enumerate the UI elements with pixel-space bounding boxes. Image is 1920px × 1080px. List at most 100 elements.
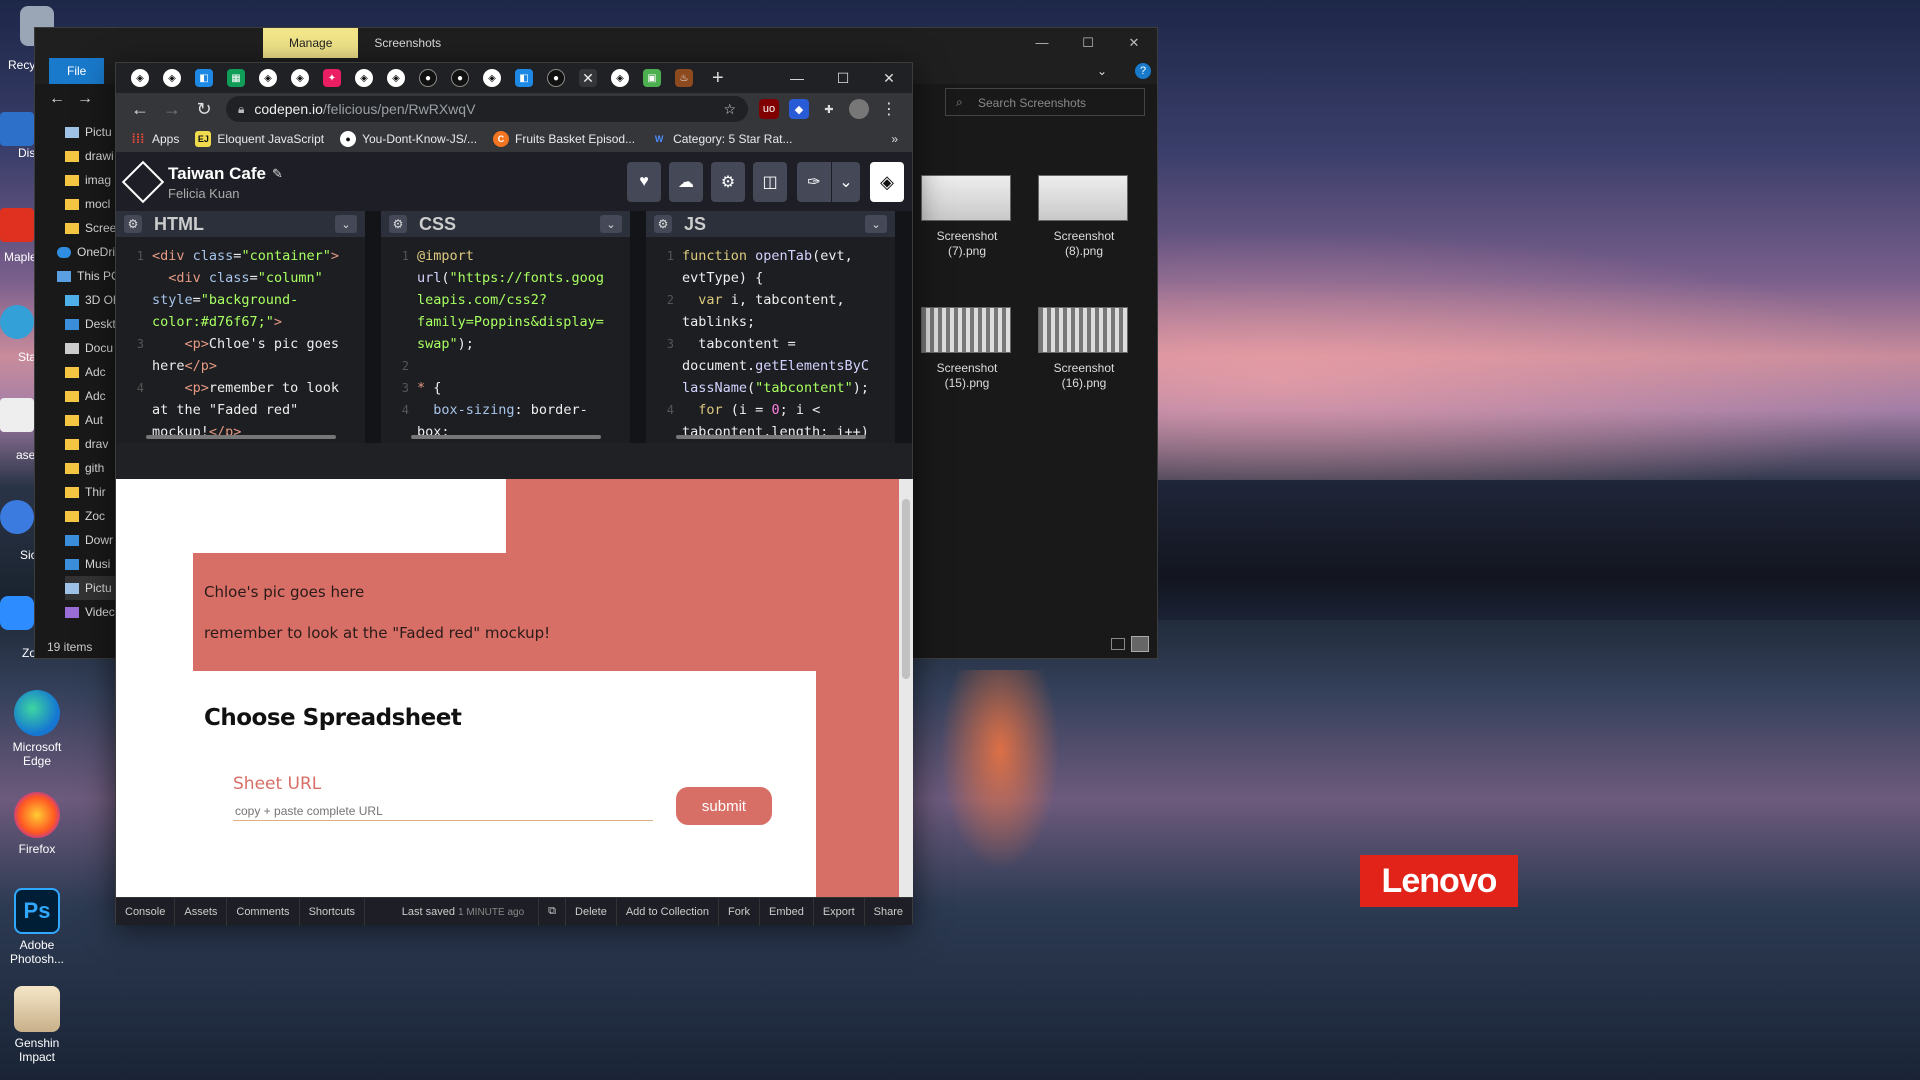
github-tab-icon[interactable]: ● bbox=[419, 69, 437, 87]
site-tab-icon[interactable]: ✦ bbox=[323, 69, 341, 87]
new-tab-button[interactable]: + bbox=[712, 67, 724, 90]
explorer-search[interactable]: ⌕ Search Screenshots bbox=[945, 88, 1145, 116]
details-view-icon[interactable] bbox=[1111, 638, 1125, 650]
bookmark-fruits-basket[interactable]: C Fruits Basket Episod... bbox=[493, 130, 635, 147]
manage-tab[interactable]: Manage bbox=[263, 28, 359, 58]
document-icon[interactable] bbox=[0, 398, 34, 432]
forward-icon[interactable]: → bbox=[77, 90, 93, 108]
scrollbar-thumb[interactable] bbox=[902, 499, 910, 679]
js-editor[interactable]: ⚙ JS ⌄ 1234 function openTab(evt, evtTyp… bbox=[646, 211, 895, 443]
file-thumbnail[interactable]: Screenshot (7).png bbox=[921, 175, 1013, 259]
file-thumbnail[interactable]: Screenshot (16).png bbox=[1038, 307, 1130, 391]
share-button[interactable]: Share bbox=[863, 897, 912, 926]
embed-button[interactable]: Embed bbox=[758, 897, 813, 926]
codepen-tab-icon[interactable]: ◈ bbox=[259, 69, 277, 87]
bookmark-eloquent-js[interactable]: EJ Eloquent JavaScript bbox=[195, 130, 324, 147]
close-tab-icon[interactable]: ✕ bbox=[579, 69, 597, 87]
bookmark-apps[interactable]: ⁞⁞⁞ Apps bbox=[130, 131, 180, 147]
horizontal-scrollbar[interactable] bbox=[411, 435, 601, 439]
code-area[interactable]: 134 <div class="container"> <div class="… bbox=[116, 237, 365, 443]
chevron-down-icon[interactable]: ⌄ bbox=[1097, 64, 1107, 78]
chevron-down-icon[interactable]: ⌄ bbox=[865, 215, 887, 233]
codepen-tab-icon[interactable]: ◈ bbox=[291, 69, 309, 87]
minimize-icon[interactable]: — bbox=[774, 70, 820, 87]
desktop-partial-icon[interactable] bbox=[0, 112, 34, 146]
file-thumbnail[interactable]: Screenshot (15).png bbox=[921, 307, 1013, 391]
desktop-icon-genshin[interactable]: Genshin Impact bbox=[4, 986, 70, 1064]
desktop-icon-photoshop[interactable]: Ps Adobe Photosh... bbox=[4, 888, 70, 966]
editor-settings-icon[interactable]: ⚙ bbox=[654, 215, 672, 233]
large-icons-view-icon[interactable] bbox=[1131, 636, 1149, 652]
extension-icon[interactable]: ◆ bbox=[789, 99, 809, 119]
close-icon[interactable]: ✕ bbox=[1111, 35, 1157, 51]
chevron-down-icon[interactable]: ⌄ bbox=[335, 215, 357, 233]
assets-button[interactable]: Assets bbox=[175, 897, 228, 926]
site-tab-icon[interactable]: ◧ bbox=[195, 69, 213, 87]
html-editor[interactable]: ⚙ HTML ⌄ 134 <div class="container"> <di… bbox=[116, 211, 365, 443]
codepen-tab-icon[interactable]: ◈ bbox=[483, 69, 501, 87]
address-bar[interactable]: 🔒︎ codepen.io/felicious/pen/RwRXwqV ☆ bbox=[226, 96, 748, 122]
chevron-down-icon[interactable]: ⌄ bbox=[832, 162, 860, 202]
fork-button[interactable]: Fork bbox=[717, 897, 759, 926]
ublock-extension-icon[interactable]: uo bbox=[759, 99, 779, 119]
code-area[interactable]: 1234 function openTab(evt, evtType) { va… bbox=[646, 237, 895, 443]
settings-gear-icon[interactable]: ⚙ bbox=[711, 162, 745, 202]
codepen-logo-icon[interactable] bbox=[121, 160, 165, 204]
reload-icon[interactable]: ↻ bbox=[188, 99, 220, 120]
site-tab-icon[interactable]: ▣ bbox=[643, 69, 661, 87]
open-external-icon[interactable]: ⧉ bbox=[538, 897, 565, 926]
puzzle-extensions-icon[interactable]: ✚ bbox=[819, 99, 839, 119]
sheets-tab-icon[interactable]: ▦ bbox=[227, 69, 245, 87]
file-tab[interactable]: File bbox=[49, 58, 105, 84]
codepen-tab-icon[interactable]: ◈ bbox=[355, 69, 373, 87]
close-icon[interactable]: ✕ bbox=[866, 70, 912, 87]
desktop-icon-edge[interactable]: Microsoft Edge bbox=[4, 690, 70, 768]
like-heart-icon[interactable]: ♥ bbox=[627, 162, 661, 202]
stardew-icon[interactable] bbox=[0, 305, 34, 339]
chevron-down-icon[interactable]: ⌄ bbox=[600, 215, 622, 233]
pin-icon[interactable]: ✑ bbox=[797, 162, 831, 202]
help-icon[interactable]: ? bbox=[1135, 63, 1151, 79]
shortcuts-button[interactable]: Shortcuts bbox=[300, 897, 366, 926]
comments-button[interactable]: Comments bbox=[227, 897, 300, 926]
maximize-icon[interactable]: ☐ bbox=[820, 70, 866, 87]
more-menu-icon[interactable]: ⋮ bbox=[879, 99, 899, 119]
file-thumbnail[interactable]: Screenshot (8).png bbox=[1038, 175, 1130, 259]
maximize-icon[interactable]: ☐ bbox=[1065, 35, 1111, 51]
back-icon[interactable]: ← bbox=[49, 90, 65, 108]
zoom-icon[interactable] bbox=[0, 596, 34, 630]
sheet-url-input[interactable] bbox=[233, 801, 653, 821]
bookmark-star-icon[interactable]: ☆ bbox=[723, 101, 736, 118]
submit-button[interactable]: submit bbox=[676, 787, 772, 825]
codepen-tab-icon[interactable]: ◈ bbox=[611, 69, 629, 87]
forward-icon[interactable]: → bbox=[156, 99, 188, 120]
bookmark-ydkjs[interactable]: ● You-Dont-Know-JS/... bbox=[340, 130, 477, 147]
export-button[interactable]: Export bbox=[812, 897, 864, 926]
change-view-icon[interactable]: ◫ bbox=[753, 162, 787, 202]
code-area[interactable]: 1234 @import url("https://fonts.goog lea… bbox=[381, 237, 630, 443]
app-icon[interactable] bbox=[0, 500, 34, 534]
pen-author[interactable]: Felicia Kuan bbox=[168, 186, 283, 201]
codepen-tab-icon[interactable]: ◈ bbox=[163, 69, 181, 87]
console-button[interactable]: Console bbox=[116, 897, 176, 926]
css-editor[interactable]: ⚙ CSS ⌄ 1234 @import url("https://fonts.… bbox=[381, 211, 630, 443]
pen-title[interactable]: Taiwan Cafe bbox=[168, 164, 266, 184]
horizontal-scrollbar[interactable] bbox=[676, 435, 866, 439]
profile-avatar[interactable] bbox=[849, 99, 869, 119]
user-avatar[interactable]: ◈ bbox=[870, 162, 904, 202]
bookmark-category[interactable]: W Category: 5 Star Rat... bbox=[651, 131, 793, 147]
codepen-tab-icon[interactable]: ◈ bbox=[387, 69, 405, 87]
horizontal-scrollbar[interactable] bbox=[146, 435, 336, 439]
edit-pencil-icon[interactable]: ✎ bbox=[272, 166, 283, 182]
delete-button[interactable]: Delete bbox=[565, 897, 616, 926]
github-tab-icon[interactable]: ● bbox=[451, 69, 469, 87]
maple-icon[interactable] bbox=[0, 208, 34, 242]
codepen-tab-icon[interactable]: ◈ bbox=[131, 69, 149, 87]
minimize-icon[interactable]: — bbox=[1019, 35, 1065, 51]
github-tab-icon[interactable]: ● bbox=[547, 69, 565, 87]
preview-scrollbar[interactable] bbox=[899, 479, 913, 897]
desktop-icon-firefox[interactable]: Firefox bbox=[4, 792, 70, 856]
more-bookmarks-icon[interactable]: » bbox=[891, 132, 898, 146]
editor-settings-icon[interactable]: ⚙ bbox=[389, 215, 407, 233]
back-icon[interactable]: ← bbox=[124, 99, 156, 120]
